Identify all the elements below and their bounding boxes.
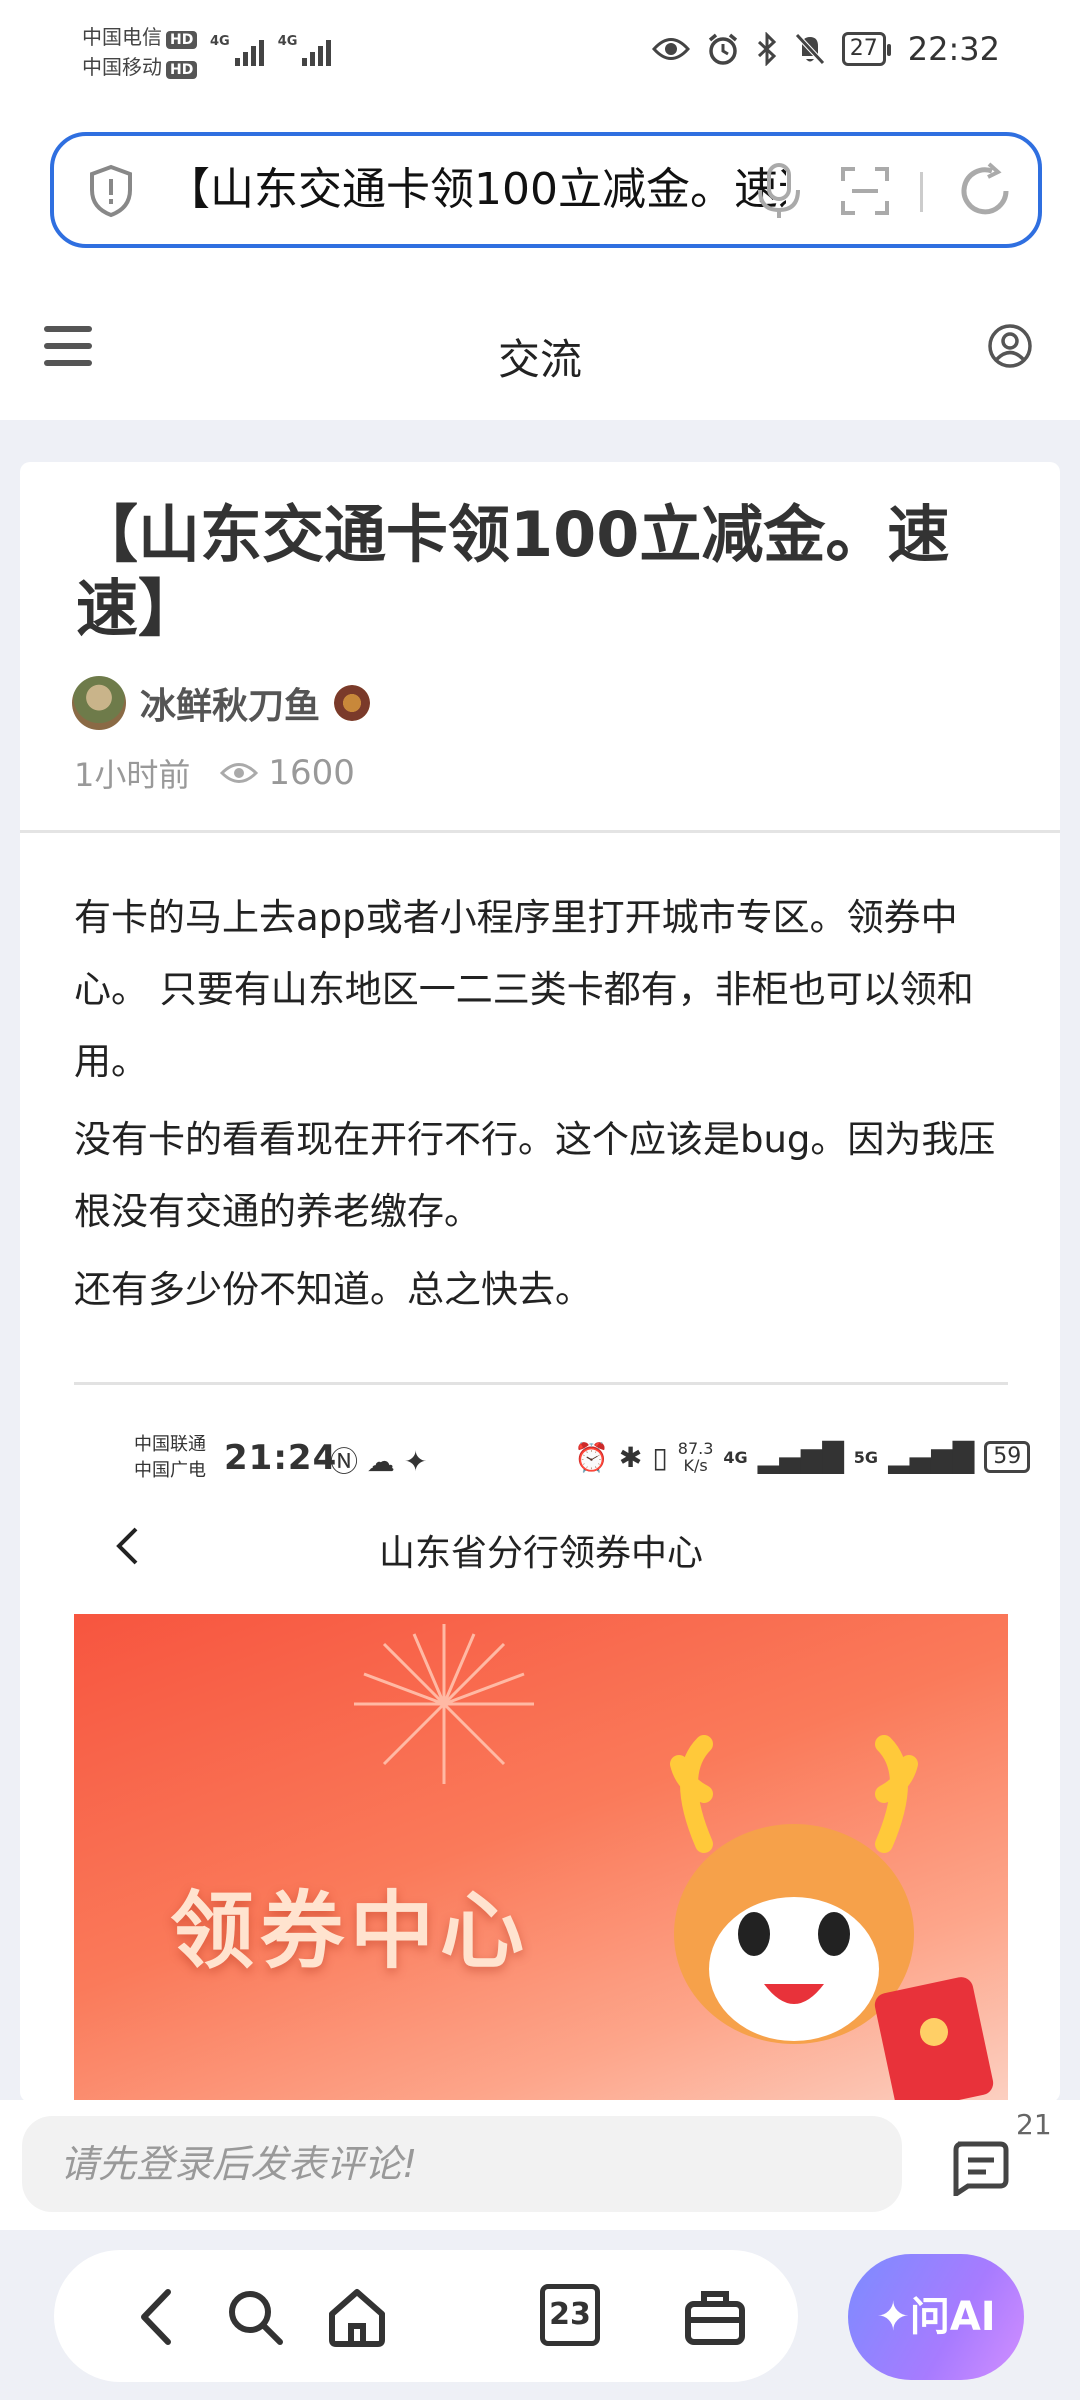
- embedded-carriers: 中国联通 中国广电: [134, 1432, 206, 1484]
- network-label: 5G: [853, 1447, 879, 1467]
- network-label: 4G: [210, 34, 230, 49]
- nav-pill: 23: [54, 2250, 798, 2382]
- battery-icon: 27: [841, 32, 891, 66]
- embedded-app-icons: Ⓝ ☁ ✦: [330, 1440, 427, 1480]
- embedded-clock: 21:24: [224, 1438, 338, 1478]
- page-header: 交流: [0, 280, 1080, 420]
- post-meta: 1小时前 1600: [74, 750, 355, 796]
- signal-icon: 4G: [210, 34, 264, 66]
- home-icon[interactable]: [324, 2284, 390, 2350]
- sparkle-icon: ✦: [876, 2294, 910, 2340]
- post-card: 【山东交通卡领100立减金。速速】 冰鲜秋刀鱼 1小时前 1600 有卡的马上去…: [20, 462, 1060, 2102]
- status-bar: 中国电信 HD 中国移动 HD 4G 4G 27 22:32: [0, 0, 1080, 110]
- speed-value: 87.3: [677, 1439, 714, 1458]
- bluetooth-icon: ✱: [618, 1440, 643, 1474]
- wechat-icon: ☁: [366, 1445, 395, 1478]
- speed-unit: K/s: [683, 1456, 708, 1475]
- scan-icon[interactable]: [840, 166, 890, 216]
- embedded-page-title: 山东省分行领券中心: [378, 1533, 703, 1574]
- post-image[interactable]: 中国联通 中国广电 21:24 Ⓝ ☁ ✦ ⏰ ✱ ▯ 87.3 K/s 4G ▂…: [74, 1432, 1031, 2102]
- post-body: 有卡的马上去app或者小程序里打开城市专区。领券中心。 只要有山东地区一二三类卡…: [74, 882, 1024, 1332]
- battery-icon: 59: [984, 1441, 1031, 1473]
- refresh-icon[interactable]: [956, 162, 1014, 220]
- view-count: 1600: [220, 753, 355, 793]
- carrier-1: 中国电信: [82, 25, 162, 49]
- user-icon[interactable]: [986, 322, 1034, 370]
- carrier-2: 中国移动: [82, 55, 162, 79]
- signal-icon: ▂▄▆█: [757, 1440, 844, 1474]
- post-title: 【山东交通卡领100立减金。速速】: [76, 498, 950, 645]
- author-row[interactable]: 冰鲜秋刀鱼: [72, 676, 371, 730]
- author-name[interactable]: 冰鲜秋刀鱼: [140, 677, 320, 729]
- bluetooth-icon: [757, 32, 776, 66]
- microphone-icon[interactable]: [754, 162, 804, 220]
- eye-icon: [220, 763, 259, 783]
- network-label: 4G: [277, 34, 298, 49]
- address-bar[interactable]: 【山东交通卡领100立减金。速速】: [50, 132, 1042, 248]
- clock: 22:32: [907, 30, 1000, 68]
- vibrate-icon: ▯: [652, 1440, 668, 1474]
- deer-mascot-icon: [670, 1735, 994, 2102]
- alipay-icon: ✦: [403, 1445, 428, 1478]
- author-badge-icon: [334, 685, 371, 721]
- divider: [74, 1382, 1008, 1385]
- browser-address-area: 【山东交通卡领100立减金。速速】: [0, 110, 1080, 280]
- url-text[interactable]: 【山东交通卡领100立减金。速速】: [166, 160, 786, 220]
- shield-icon[interactable]: [88, 164, 134, 218]
- page-title: 交流: [497, 335, 582, 384]
- mute-icon: [794, 33, 825, 65]
- firework-decoration: [354, 1624, 534, 1784]
- comment-icon[interactable]: [948, 2140, 1010, 2196]
- divider: [20, 830, 1060, 833]
- tabs-button[interactable]: 23: [540, 2284, 600, 2346]
- signal-icon: 4G: [278, 34, 332, 66]
- ask-ai-button[interactable]: ✦问AI: [848, 2254, 1024, 2380]
- eye-icon: [651, 38, 690, 60]
- separator: [920, 172, 923, 212]
- comment-count: 21: [1016, 2108, 1052, 2141]
- post-paragraph: 还有多少份不知道。总之快去。: [74, 1268, 592, 1311]
- embedded-carrier-1: 中国联通: [134, 1434, 206, 1455]
- network-speed: 87.3 K/s: [678, 1440, 714, 1474]
- search-icon[interactable]: [222, 2284, 288, 2350]
- promo-banner: 领券中心: [74, 1614, 1008, 2102]
- status-right: 27 22:32: [651, 30, 1000, 68]
- nfc-icon: Ⓝ: [330, 1445, 359, 1478]
- hd-badge: HD: [166, 31, 198, 49]
- comment-input[interactable]: 请先登录后发表评论!: [22, 2116, 902, 2212]
- toolbox-icon[interactable]: [682, 2284, 748, 2350]
- alarm-icon: ⏰: [574, 1440, 609, 1474]
- back-icon[interactable]: [124, 2284, 190, 2350]
- post-time: 1小时前: [74, 756, 191, 794]
- post-paragraph: 没有卡的看看现在开行不行。这个应该是bug。因为我压根没有交通的养老缴存。: [74, 1118, 996, 1233]
- ask-ai-label: 问AI: [909, 2294, 996, 2340]
- hd-badge: HD: [166, 61, 198, 79]
- signal-icons: 4G 4G: [210, 34, 332, 66]
- embedded-status-right: ⏰ ✱ ▯ 87.3 K/s 4G ▂▄▆█ 5G ▂▄▆█ 59: [574, 1440, 1031, 1474]
- banner-text: 领券中心: [170, 1882, 531, 1980]
- comment-bar: 请先登录后发表评论! 21: [0, 2100, 1080, 2230]
- bottom-navigation: 23 ✦问AI: [0, 2230, 1080, 2400]
- embedded-carrier-2: 中国广电: [134, 1460, 206, 1481]
- avatar[interactable]: [72, 676, 126, 730]
- signal-icon: ▂▄▆█: [888, 1440, 975, 1474]
- view-count-value: 1600: [268, 753, 355, 793]
- network-label: 4G: [723, 1447, 748, 1467]
- alarm-icon: [708, 33, 737, 65]
- carrier-labels: 中国电信 HD 中国移动 HD: [82, 22, 198, 82]
- post-paragraph: 有卡的马上去app或者小程序里打开城市专区。领券中心。 只要有山东地区一二三类卡…: [74, 896, 974, 1083]
